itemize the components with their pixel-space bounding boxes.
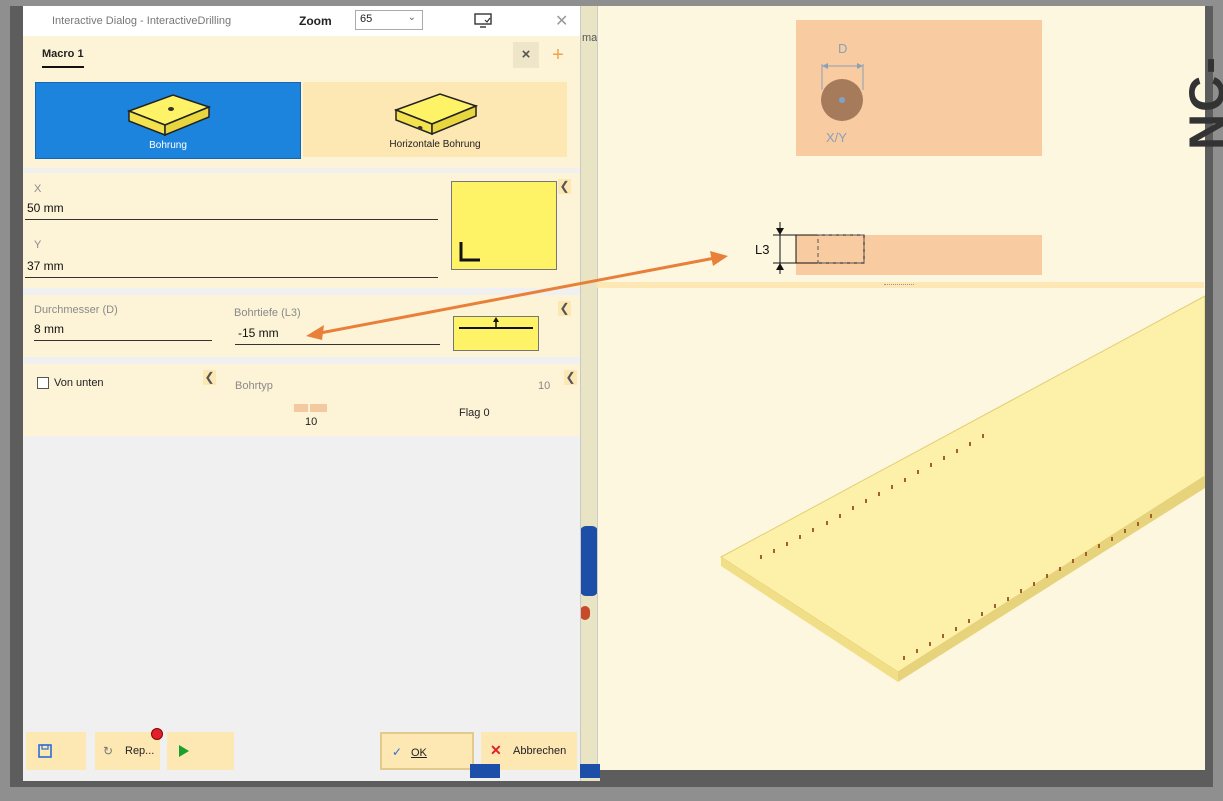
empty-area xyxy=(23,438,580,728)
von-unten-label: Von unten xyxy=(54,377,104,389)
ok-label: OK xyxy=(411,747,427,759)
depth-preview xyxy=(453,316,539,351)
background-text: ma xyxy=(582,32,598,44)
zoom-value: 65 xyxy=(360,13,373,25)
save-icon xyxy=(38,744,52,758)
background-shape xyxy=(580,606,590,620)
options-panel: Von unten ❮ Bohrtyp 10 ❮ 10 Flag 0 xyxy=(23,364,580,436)
position-preview xyxy=(451,181,557,270)
collapse-position-button[interactable]: ❮ xyxy=(558,179,571,194)
drilling-block-icon xyxy=(126,94,212,137)
slider-value: 10 xyxy=(305,416,318,428)
x-label: X xyxy=(34,183,42,195)
x-input[interactable]: 50 mm xyxy=(25,201,438,220)
y-label: Y xyxy=(34,239,42,251)
y-input[interactable]: 37 mm xyxy=(25,259,438,278)
preview-window: D X/Y L3 xyxy=(597,6,1205,770)
zoom-select[interactable]: 65 ⌄ xyxy=(355,10,423,30)
background-shape xyxy=(580,764,600,778)
operation-tiles: Bohrung Horizontale Bohrung xyxy=(23,76,580,168)
repeat-label: Rep... xyxy=(125,745,155,757)
collapse-bohrtyp-button[interactable]: ❮ xyxy=(564,370,577,385)
window-title: Interactive Dialog - InteractiveDrilling xyxy=(52,15,232,27)
background-shape xyxy=(470,764,500,778)
tile-label: Bohrung xyxy=(149,140,187,151)
splitter-grip xyxy=(884,284,914,287)
repeat-button[interactable]: ↻ Rep... xyxy=(95,728,163,770)
corner-origin-icon xyxy=(459,242,480,262)
play-icon xyxy=(179,745,189,757)
preview-canvas xyxy=(720,20,1205,682)
chevron-down-icon: ⌄ xyxy=(407,12,416,23)
depth-arrow-icon xyxy=(459,317,533,329)
flag-label: Flag 0 xyxy=(459,407,490,419)
collapse-drill-button[interactable]: ❮ xyxy=(558,301,571,316)
diagram-d-label: D xyxy=(838,41,848,56)
tab-macro-1[interactable]: Macro 1 xyxy=(42,48,84,68)
slider-segment xyxy=(310,404,327,412)
repeat-icon: ↻ xyxy=(103,744,114,758)
tile-label: Horizontale Bohrung xyxy=(389,139,481,150)
horizontal-drilling-block-icon xyxy=(393,93,479,136)
von-unten-checkbox[interactable] xyxy=(37,377,49,389)
diameter-label: Durchmesser (D) xyxy=(34,304,118,316)
zoom-label: Zoom xyxy=(299,14,332,28)
drill-panel: Durchmesser (D) 8 mm Bohrtiefe (L3) -15 … xyxy=(23,295,580,357)
brand-logo: NC-HOPS xyxy=(1179,55,1223,150)
close-icon[interactable]: ✕ xyxy=(555,11,568,31)
splitter[interactable] xyxy=(597,282,1204,288)
diagram-xy-label: X/Y xyxy=(826,130,847,145)
diameter-input[interactable]: 8 mm xyxy=(34,322,212,341)
depth-input[interactable]: -15 mm xyxy=(235,326,440,345)
depth-label: Bohrtiefe (L3) xyxy=(234,307,301,319)
tile-horizontale-bohrung[interactable]: Horizontale Bohrung xyxy=(303,82,567,157)
tile-bohrung[interactable]: Bohrung xyxy=(35,82,301,159)
run-button[interactable] xyxy=(167,732,234,770)
ok-button[interactable]: ✓ OK xyxy=(380,732,474,770)
cancel-x-icon: ✕ xyxy=(490,742,502,758)
check-icon: ✓ xyxy=(392,745,403,759)
tab-bar: Macro 1 × + xyxy=(23,36,580,76)
bohrtyp-value: 10 xyxy=(538,380,551,392)
interactive-dialog: Interactive Dialog - InteractiveDrilling… xyxy=(23,6,581,781)
bohrtyp-label: Bohrtyp xyxy=(235,380,273,392)
save-button[interactable] xyxy=(26,732,86,770)
collapse-von-unten-button[interactable]: ❮ xyxy=(203,370,216,385)
bohrtyp-slider[interactable] xyxy=(294,404,328,412)
cancel-label: Abbrechen xyxy=(513,745,567,757)
diagram-l3-label: L3 xyxy=(755,242,770,257)
slider-segment xyxy=(294,404,308,412)
position-panel: X 50 mm Y 37 mm ❮ xyxy=(23,173,580,288)
notification-badge xyxy=(151,728,163,740)
monitor-icon[interactable] xyxy=(474,13,492,29)
title-bar: Interactive Dialog - InteractiveDrilling… xyxy=(23,6,580,36)
add-tab-button[interactable]: + xyxy=(545,42,571,68)
close-tab-button[interactable]: × xyxy=(513,42,539,68)
background-shape xyxy=(580,526,598,596)
